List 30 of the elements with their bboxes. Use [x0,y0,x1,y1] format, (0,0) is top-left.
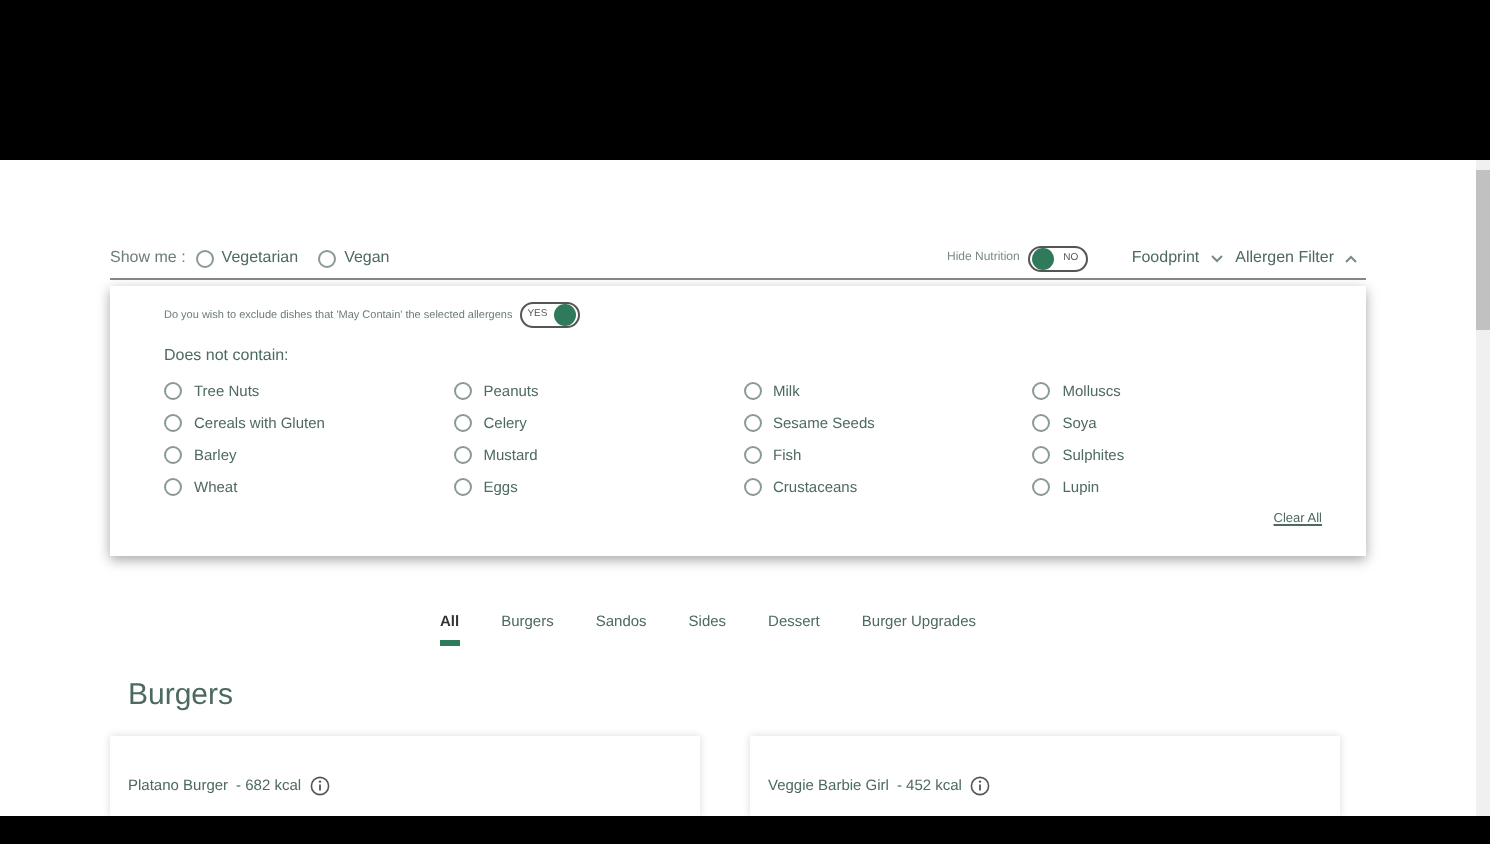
chevron-down-icon [1209,253,1224,264]
does-not-contain-heading: Does not contain: [164,344,291,369]
section-title: Burgers [128,675,236,715]
radio-button[interactable] [1032,382,1051,401]
show-me-label: Show me : [110,246,186,271]
radio-button[interactable] [318,249,337,268]
radio-button[interactable] [453,446,472,465]
info-icon[interactable] [969,776,990,796]
radio-button[interactable] [743,446,761,465]
radio-button[interactable] [453,478,472,497]
radio-button[interactable] [743,478,761,497]
radio-button[interactable] [743,414,761,433]
radio-button[interactable] [453,382,472,401]
info-icon[interactable] [309,776,330,796]
radio-button[interactable] [164,478,182,497]
scrollbar[interactable] [1476,160,1490,816]
diet-option-label[interactable]: Vegetarian [221,246,299,271]
filter-dropdown[interactable]: Foodprint [1131,246,1224,271]
radio-button[interactable] [164,414,182,433]
radio-button[interactable] [743,382,761,401]
radio-button[interactable] [1032,414,1051,433]
chevron-up-icon [1344,253,1358,264]
radio-button[interactable] [164,446,182,465]
radio-button[interactable] [453,414,472,433]
radio-button[interactable] [195,249,214,268]
radio-button[interactable] [1032,446,1051,465]
diet-option-label[interactable]: Vegan [344,246,390,271]
radio-button[interactable] [1032,478,1051,497]
filter-dropdown[interactable]: Allergen Filter [1235,246,1358,271]
radio-button[interactable] [164,382,182,401]
